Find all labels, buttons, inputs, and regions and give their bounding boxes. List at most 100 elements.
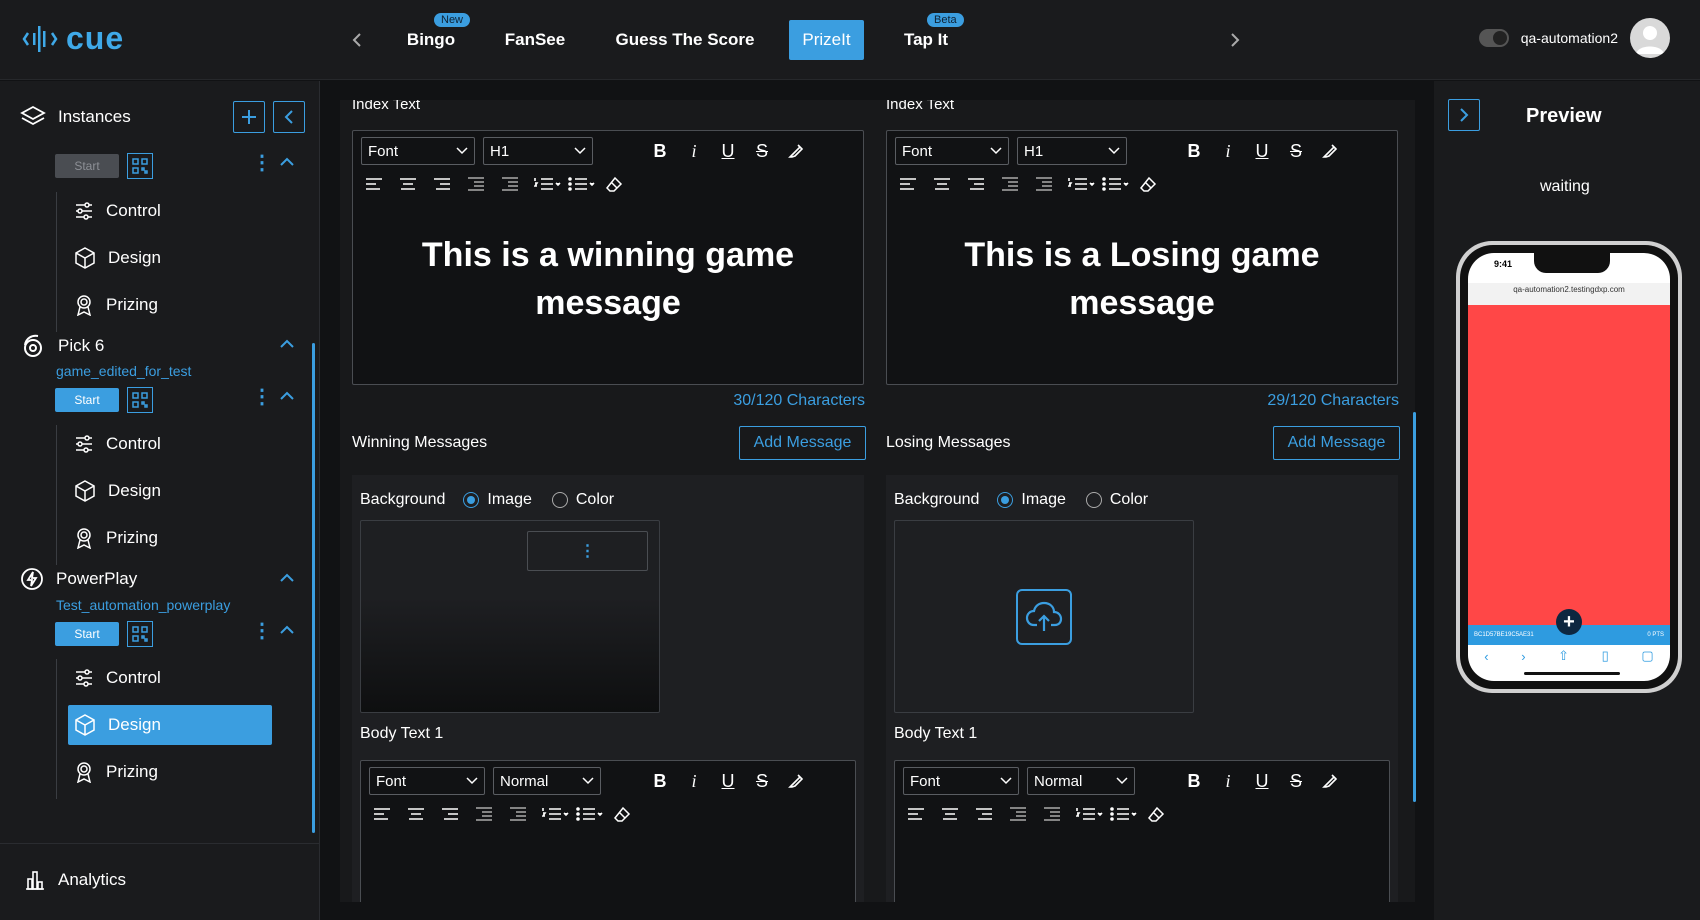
strikethrough-icon[interactable]: S — [751, 140, 773, 162]
underline-icon[interactable]: U — [717, 770, 739, 792]
italic-icon[interactable]: i — [683, 140, 705, 162]
avatar[interactable] — [1630, 18, 1670, 58]
align-right-icon[interactable] — [965, 173, 987, 195]
italic-icon[interactable]: i — [1217, 770, 1239, 792]
image-radio[interactable]: Image — [997, 491, 1066, 509]
highlighter-icon[interactable] — [1319, 770, 1341, 792]
add-instance-button[interactable] — [233, 101, 265, 133]
collapse-chevron-up-icon[interactable] — [280, 391, 294, 401]
align-left-icon[interactable] — [897, 173, 919, 195]
sidebar-scrollbar[interactable] — [312, 343, 315, 833]
outdent-icon[interactable] — [999, 173, 1021, 195]
body-text-editor[interactable]: Font Normal B i U S — [360, 760, 856, 902]
collapse-chevron-up-icon[interactable] — [280, 157, 294, 167]
sidebar-item-design[interactable]: Design — [68, 238, 272, 278]
ordered-list-icon[interactable] — [1075, 803, 1105, 825]
logo[interactable]: cue — [22, 20, 124, 57]
start-button[interactable]: Start — [55, 388, 119, 412]
tab-tap-it[interactable]: Tap It Beta — [895, 13, 964, 60]
sidebar-item-prizing[interactable]: Prizing — [68, 518, 272, 558]
font-select[interactable]: Font — [903, 767, 1019, 795]
bullet-list-icon[interactable] — [567, 173, 597, 195]
tab-bingo[interactable]: Bingo New — [400, 13, 471, 60]
ordered-list-icon[interactable] — [541, 803, 571, 825]
collapse-chevron-up-icon[interactable] — [280, 625, 294, 635]
image-options-menu[interactable]: ⋮ — [527, 531, 648, 571]
bullet-list-icon[interactable] — [1101, 173, 1131, 195]
align-left-icon[interactable] — [363, 173, 385, 195]
underline-icon[interactable]: U — [1251, 770, 1273, 792]
instance-menu-icon[interactable]: ⋮ — [252, 387, 272, 407]
sidebar-item-prizing[interactable]: Prizing — [68, 752, 272, 792]
upload-button[interactable] — [1016, 589, 1072, 645]
font-select[interactable]: Font — [895, 137, 1009, 165]
bullet-list-icon[interactable] — [575, 803, 605, 825]
eraser-icon[interactable] — [1137, 173, 1159, 195]
theme-toggle[interactable] — [1478, 29, 1509, 47]
align-center-icon[interactable] — [939, 803, 961, 825]
underline-icon[interactable]: U — [717, 140, 739, 162]
indent-icon[interactable] — [1033, 173, 1055, 195]
font-select[interactable]: Font — [361, 137, 475, 165]
underline-icon[interactable]: U — [1251, 140, 1273, 162]
align-right-icon[interactable] — [431, 173, 453, 195]
heading-select[interactable]: H1 — [1017, 137, 1127, 165]
color-radio[interactable]: Color — [1085, 491, 1148, 509]
color-radio[interactable]: Color — [551, 491, 614, 509]
highlighter-icon[interactable] — [1319, 140, 1341, 162]
indent-icon[interactable] — [507, 803, 529, 825]
style-select[interactable]: Normal — [493, 767, 601, 795]
main-scrollbar[interactable] — [1413, 412, 1416, 802]
bold-icon[interactable]: B — [1183, 770, 1205, 792]
start-button[interactable]: Start — [55, 622, 119, 646]
align-right-icon[interactable] — [973, 803, 995, 825]
sidebar-item-control[interactable]: Control — [68, 424, 272, 464]
align-left-icon[interactable] — [371, 803, 393, 825]
font-select[interactable]: Font — [369, 767, 485, 795]
collapse-chevron-up-icon[interactable] — [280, 573, 294, 583]
qr-code-button[interactable] — [127, 153, 153, 179]
bold-icon[interactable]: B — [649, 770, 671, 792]
instance-menu-icon[interactable]: ⋮ — [252, 153, 272, 173]
nav-next-arrow[interactable] — [1223, 28, 1247, 52]
align-center-icon[interactable] — [405, 803, 427, 825]
tab-guess-the-score[interactable]: Guess The Score — [610, 20, 760, 60]
eraser-icon[interactable] — [1145, 803, 1167, 825]
sidebar-item-prizing[interactable]: Prizing — [68, 285, 272, 325]
highlighter-icon[interactable] — [785, 140, 807, 162]
nav-prev-arrow[interactable] — [345, 28, 369, 52]
ordered-list-icon[interactable] — [533, 173, 563, 195]
italic-icon[interactable]: i — [683, 770, 705, 792]
add-message-button[interactable]: Add Message — [739, 426, 866, 460]
bold-icon[interactable]: B — [649, 140, 671, 162]
sidebar-item-design[interactable]: Design — [68, 471, 272, 511]
eraser-icon[interactable] — [611, 803, 633, 825]
align-right-icon[interactable] — [439, 803, 461, 825]
index-text-editor[interactable]: Font H1 B i U S This is a winning game m… — [352, 130, 864, 385]
collapse-sidebar-button[interactable] — [273, 101, 305, 133]
outdent-icon[interactable] — [473, 803, 495, 825]
body-text-editor[interactable]: Font Normal B i U S — [894, 760, 1390, 902]
instance-menu-icon[interactable]: ⋮ — [252, 621, 272, 641]
index-text-editor[interactable]: Font H1 B i U S This is a Losing game me… — [886, 130, 1398, 385]
strikethrough-icon[interactable]: S — [1285, 140, 1307, 162]
collapse-chevron-up-icon[interactable] — [280, 339, 294, 349]
start-button[interactable]: Start — [55, 154, 119, 178]
background-image-preview[interactable]: ⋮ — [360, 520, 660, 713]
align-center-icon[interactable] — [931, 173, 953, 195]
add-message-button[interactable]: Add Message — [1273, 426, 1400, 460]
align-left-icon[interactable] — [905, 803, 927, 825]
qr-code-button[interactable] — [127, 387, 153, 413]
italic-icon[interactable]: i — [1217, 140, 1239, 162]
expand-preview-button[interactable] — [1448, 99, 1480, 131]
outdent-icon[interactable] — [465, 173, 487, 195]
tab-prizeit[interactable]: PrizeIt — [789, 20, 864, 60]
indent-icon[interactable] — [1041, 803, 1063, 825]
sidebar-item-design[interactable]: Design — [68, 705, 272, 745]
strikethrough-icon[interactable]: S — [1285, 770, 1307, 792]
instance-header-pick6[interactable]: Pick 6 — [20, 333, 104, 359]
ordered-list-icon[interactable] — [1067, 173, 1097, 195]
bold-icon[interactable]: B — [1183, 140, 1205, 162]
sidebar-item-control[interactable]: Control — [68, 658, 272, 698]
instance-header-powerplay[interactable]: PowerPlay — [20, 567, 137, 591]
